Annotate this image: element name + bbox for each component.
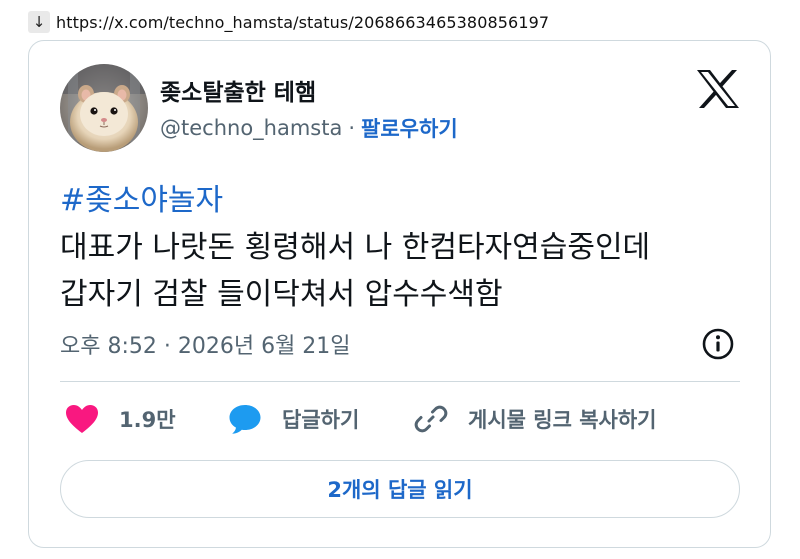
- reply-label: 답글하기: [282, 408, 360, 432]
- read-replies-button[interactable]: 2개의 답글 읽기: [60, 460, 740, 518]
- avatar[interactable]: [60, 64, 148, 152]
- like-button[interactable]: 1.9만: [65, 399, 176, 439]
- copy-link-button[interactable]: 게시물 링크 복사하기: [414, 399, 657, 439]
- action-bar: 1.9만 답글하기 게시물 링크 복사하기: [60, 399, 740, 439]
- link-icon: [414, 402, 448, 436]
- follow-button[interactable]: 팔로우하기: [361, 113, 458, 143]
- tweet-embed-card: 좆소탈출한 테햄 @techno_hamsta · 팔로우하기 #좆소야놀자 대…: [28, 40, 771, 548]
- display-name[interactable]: 좆소탈출한 테햄: [160, 73, 316, 107]
- x-logo-icon[interactable]: [696, 69, 740, 109]
- handle-row: @techno_hamsta · 팔로우하기: [160, 113, 458, 143]
- tweet-line-1: 대표가 나랏돈 횡령해서 나 한컴타자연습중인데: [60, 230, 651, 265]
- copy-link-label: 게시물 링크 복사하기: [468, 408, 657, 432]
- tweet-line-2: 갑자기 검찰 들이닥쳐서 압수수색함: [60, 277, 503, 312]
- info-icon[interactable]: [701, 327, 735, 361]
- hashtag-link[interactable]: #좆소야놀자: [60, 177, 650, 224]
- download-arrow-icon[interactable]: ↓: [28, 11, 50, 33]
- timestamp[interactable]: 오후 8:52 · 2026년 6월 21일: [60, 328, 351, 360]
- handle[interactable]: @techno_hamsta: [160, 116, 342, 140]
- reply-button[interactable]: 답글하기: [228, 399, 359, 439]
- reply-bubble-icon: [228, 402, 262, 436]
- heart-icon: [65, 402, 99, 436]
- url-text[interactable]: https://x.com/techno_hamsta/status/20686…: [56, 13, 549, 32]
- tweet-text: #좆소야놀자 대표가 나랏돈 횡령해서 나 한컴타자연습중인데 갑자기 검찰 들…: [60, 177, 650, 318]
- address-bar[interactable]: ↓ https://x.com/techno_hamsta/status/206…: [28, 9, 549, 35]
- like-count: 1.9만: [119, 408, 176, 432]
- divider: [60, 381, 740, 382]
- hamster-avatar-image: [60, 64, 148, 152]
- separator: ·: [348, 116, 356, 140]
